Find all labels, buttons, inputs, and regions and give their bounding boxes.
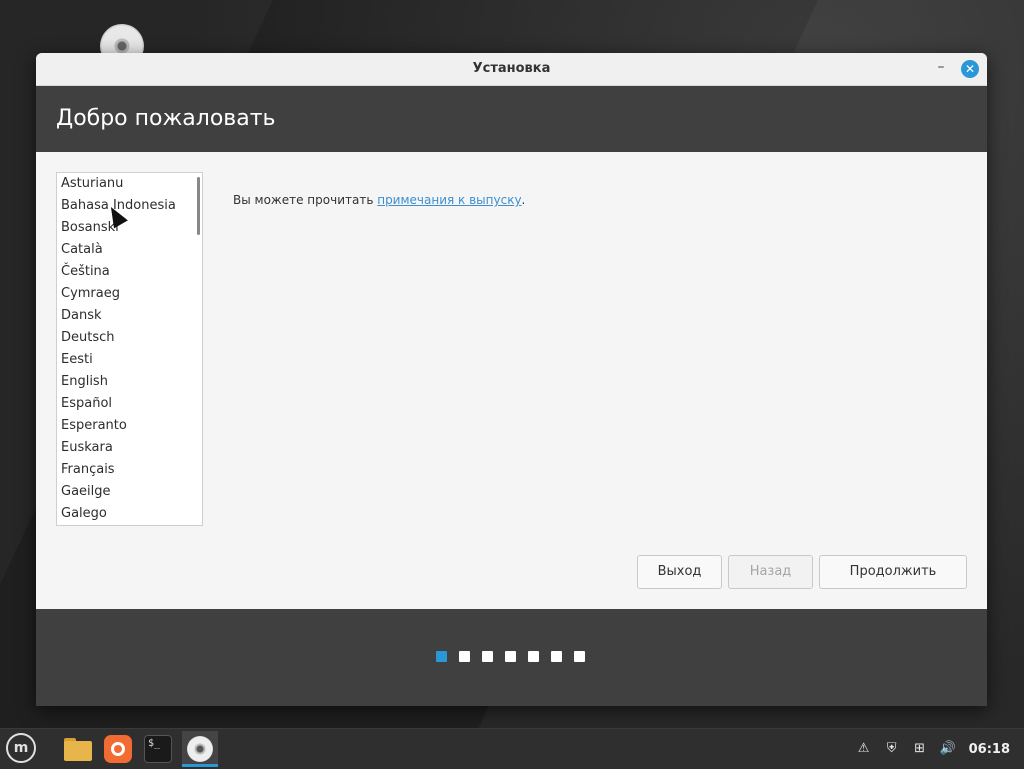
system-tray: ⚠ ⛨ ⊞ 🔊 06:18 <box>855 729 1010 769</box>
progress-dot <box>574 651 585 662</box>
language-list[interactable]: Asturianu Bahasa Indonesia Bosanski Català Č… <box>56 172 203 526</box>
back-button[interactable]: Назад <box>728 555 813 589</box>
language-item[interactable]: Bahasa Indonesia <box>57 195 202 217</box>
minimize-button[interactable]: – <box>933 59 949 77</box>
language-item[interactable]: English <box>57 371 202 393</box>
update-icon[interactable]: ⚠ <box>855 740 873 758</box>
progress-dot <box>482 651 493 662</box>
page-title: Добро пожаловать <box>56 106 276 131</box>
language-item[interactable]: Gaeilge <box>57 481 202 503</box>
content-area: Asturianu Bahasa Indonesia Bosanski Català Č… <box>36 152 987 610</box>
progress-footer <box>36 609 987 706</box>
window-title: Установка <box>472 61 551 76</box>
language-item[interactable]: Deutsch <box>57 327 202 349</box>
shield-icon[interactable]: ⛨ <box>883 740 901 758</box>
quit-button[interactable]: Выход <box>637 555 722 589</box>
language-item[interactable]: Bosanski <box>57 217 202 239</box>
volume-icon[interactable]: 🔊 <box>939 740 957 758</box>
progress-dot <box>528 651 539 662</box>
progress-dot <box>459 651 470 662</box>
progress-dot <box>551 651 562 662</box>
progress-dot <box>505 651 516 662</box>
terminal-icon[interactable]: $_ <box>142 733 174 765</box>
language-item[interactable]: Esperanto <box>57 415 202 437</box>
installer-window: Установка – ✕ Добро пожаловать Asturianu… <box>36 53 987 706</box>
files-folder-icon[interactable] <box>62 733 94 765</box>
language-item[interactable]: Čeština <box>57 261 202 283</box>
progress-dot <box>436 651 447 662</box>
language-item[interactable]: Dansk <box>57 305 202 327</box>
network-icon[interactable]: ⊞ <box>911 740 929 758</box>
window-titlebar[interactable]: Установка – ✕ <box>36 53 987 86</box>
release-notes-link[interactable]: примечания к выпуску <box>377 193 521 207</box>
firefox-icon[interactable] <box>102 733 134 765</box>
release-prefix: Вы можете прочитать <box>233 193 378 207</box>
continue-button[interactable]: Продолжить <box>819 555 967 589</box>
mint-menu-icon[interactable]: m <box>6 733 36 763</box>
language-item[interactable]: Cymraeg <box>57 283 202 305</box>
language-item[interactable]: Euskara <box>57 437 202 459</box>
close-button[interactable]: ✕ <box>961 60 979 78</box>
release-notes-text: Вы можете прочитать примечания к выпуску… <box>233 193 525 207</box>
header-band: Добро пожаловать <box>36 86 987 152</box>
installer-taskbar-icon[interactable] <box>182 731 218 767</box>
language-item[interactable]: Français <box>57 459 202 481</box>
release-suffix: . <box>521 193 526 207</box>
language-item[interactable]: Español <box>57 393 202 415</box>
progress-dots <box>436 651 585 662</box>
taskbar: m $_ ⚠ ⛨ ⊞ 🔊 06:18 <box>0 728 1024 769</box>
language-item[interactable]: Català <box>57 239 202 261</box>
clock[interactable]: 06:18 <box>969 742 1010 757</box>
language-item[interactable]: Asturianu <box>57 173 202 195</box>
scrollbar[interactable] <box>197 177 200 235</box>
language-item[interactable]: Eesti <box>57 349 202 371</box>
language-item[interactable]: Galego <box>57 503 202 525</box>
